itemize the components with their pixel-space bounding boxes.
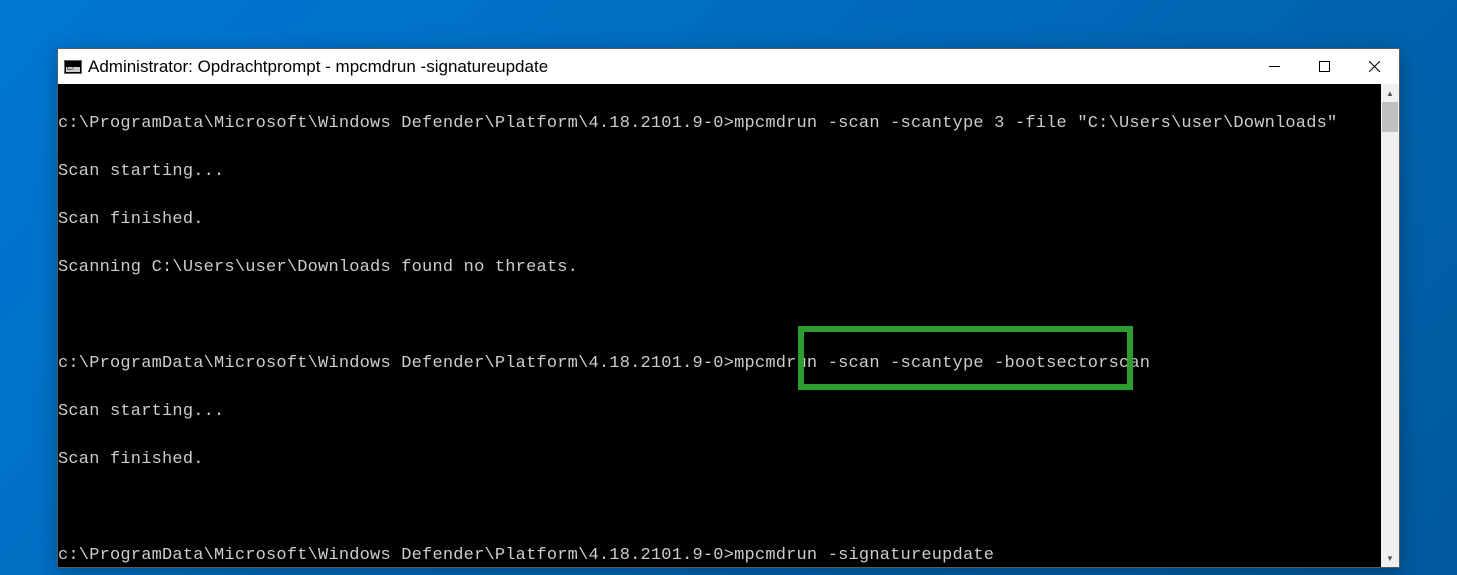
terminal-content: c:\ProgramData\Microsoft\Windows Defende… — [58, 84, 1381, 567]
terminal-area: c:\ProgramData\Microsoft\Windows Defende… — [58, 84, 1399, 567]
output-line: Scan finished. — [58, 208, 1381, 232]
prompt-text: c:\ProgramData\Microsoft\Windows Defende… — [58, 354, 734, 373]
minimize-button[interactable] — [1249, 49, 1299, 84]
command-prompt-window: C:\ Administrator: Opdrachtprompt - mpcm… — [57, 48, 1400, 568]
blank-line — [58, 496, 1381, 520]
scroll-up-arrow-icon[interactable]: ▲ — [1381, 84, 1399, 102]
output-line: Scan starting... — [58, 160, 1381, 184]
scroll-thumb[interactable] — [1382, 102, 1398, 132]
prompt-text: c:\ProgramData\Microsoft\Windows Defende… — [58, 546, 734, 565]
window-titlebar[interactable]: C:\ Administrator: Opdrachtprompt - mpcm… — [58, 49, 1399, 84]
window-controls — [1249, 49, 1399, 84]
cmd-icon: C:\ — [64, 60, 82, 74]
close-button[interactable] — [1349, 49, 1399, 84]
output-line: Scan starting... — [58, 400, 1381, 424]
command-text: mpcmdrun -scan -scantype -bootsectorscan — [734, 354, 1150, 373]
command-text: mpcmdrun -signatureupdate — [734, 546, 994, 565]
vertical-scrollbar[interactable]: ▲ ▼ — [1381, 84, 1399, 567]
output-line: Scan finished. — [58, 448, 1381, 472]
command-text: mpcmdrun -scan -scantype 3 -file "C:\Use… — [734, 114, 1337, 133]
terminal-output[interactable]: c:\ProgramData\Microsoft\Windows Defende… — [58, 84, 1381, 567]
blank-line — [58, 304, 1381, 328]
output-line: Scanning C:\Users\user\Downloads found n… — [58, 256, 1381, 280]
window-title: Administrator: Opdrachtprompt - mpcmdrun… — [88, 57, 1249, 77]
scroll-down-arrow-icon[interactable]: ▼ — [1381, 549, 1399, 567]
prompt-text: c:\ProgramData\Microsoft\Windows Defende… — [58, 114, 734, 133]
maximize-button[interactable] — [1299, 49, 1349, 84]
